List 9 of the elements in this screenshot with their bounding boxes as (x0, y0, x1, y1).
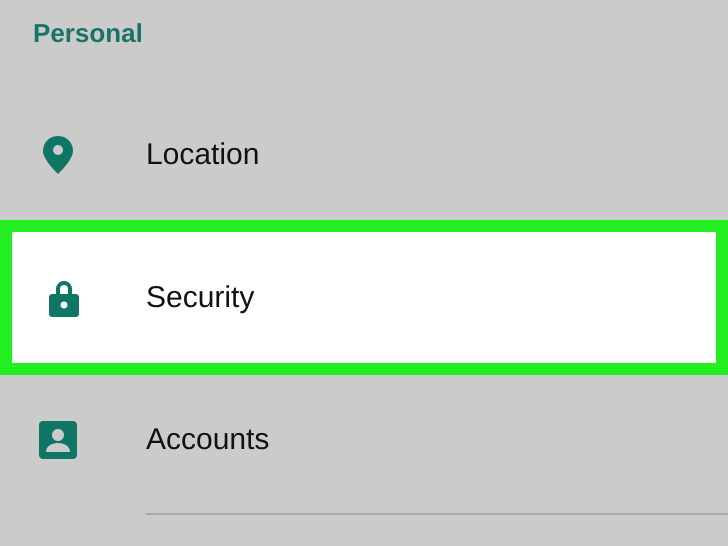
settings-item[interactable]: Accounts (0, 375, 728, 505)
section-header: Personal (33, 18, 143, 48)
person-icon (39, 421, 77, 459)
settings-item[interactable]: Security (0, 220, 728, 375)
item-label: Security (146, 280, 254, 314)
settings-item[interactable]: Location (0, 90, 728, 220)
item-label: Accounts (146, 423, 270, 457)
item-label: Location (146, 138, 260, 172)
pin-icon (41, 135, 75, 175)
